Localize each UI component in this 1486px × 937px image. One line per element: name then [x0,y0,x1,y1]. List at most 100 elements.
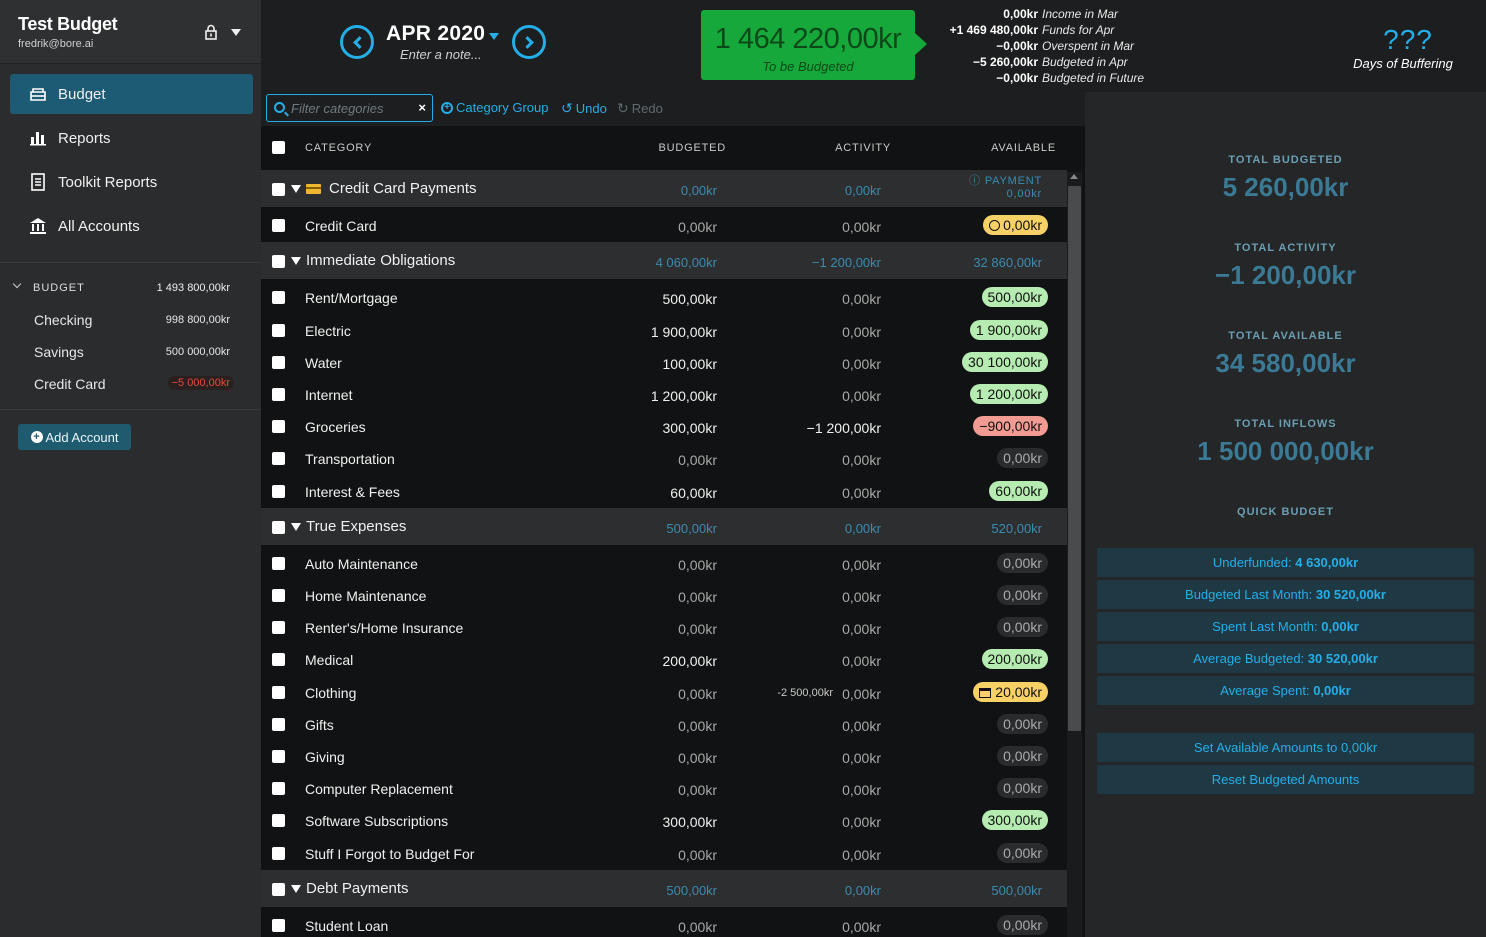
add-account-button[interactable]: + Add Account [18,424,131,450]
category-group-true-expenses[interactable]: True Expenses 500,00kr 0,00kr 520,00kr [261,508,1067,545]
category-budgeted[interactable]: 0,00kr [678,919,717,935]
category-available[interactable]: 20,00kr [973,682,1048,702]
category-budgeted[interactable]: 300,00kr [663,814,717,830]
checkbox[interactable] [272,420,285,433]
nav-all-accounts[interactable]: All Accounts [10,206,253,246]
category-budgeted[interactable]: 0,00kr [678,782,717,798]
category-available[interactable]: 1 900,00kr [969,320,1048,340]
category-name[interactable]: Auto Maintenance [305,556,418,572]
category-activity[interactable]: 0,00kr [842,324,881,340]
category-activity[interactable]: 0,00kr [842,452,881,468]
category-activity[interactable]: 0,00kr [842,718,881,734]
category-budgeted[interactable]: 1 900,00kr [651,324,717,340]
checkbox[interactable] [272,750,285,763]
category-row-groceries[interactable]: Groceries 300,00kr −1 200,00kr −900,00kr [261,410,1067,442]
category-available[interactable]: 0,00kr [997,585,1048,605]
category-row-interest-fees[interactable]: Interest & Fees 60,00kr 0,00kr 60,00kr [261,475,1067,507]
category-name[interactable]: Clothing [305,685,356,701]
add-category-group-button[interactable]: + Category Group [441,100,549,115]
quick-budget-budgeted-last-month[interactable]: Budgeted Last Month: 30 520,00kr [1097,580,1474,609]
checkbox[interactable] [272,324,285,337]
category-name[interactable]: Credit Card [305,218,377,234]
collapse-icon[interactable] [291,885,301,893]
category-row-electric[interactable]: Electric 1 900,00kr 0,00kr 1 900,00kr [261,314,1067,346]
category-name[interactable]: Interest & Fees [305,484,400,500]
category-budgeted[interactable]: 0,00kr [678,750,717,766]
quick-budget-spent-last-month[interactable]: Spent Last Month: 0,00kr [1097,612,1474,641]
checkbox[interactable] [272,782,285,795]
category-available[interactable]: 0,00kr [983,215,1048,235]
category-budgeted[interactable]: 0,00kr [678,557,717,573]
category-budgeted[interactable]: 60,00kr [670,485,717,501]
checkbox[interactable] [272,653,285,666]
checkbox[interactable] [272,219,285,232]
redo-button[interactable]: ↻ Redo [617,100,663,117]
category-name[interactable]: Transportation [305,451,395,467]
category-available[interactable]: 200,00kr [981,649,1048,669]
category-group-credit-card-payments[interactable]: Credit Card Payments 0,00kr 0,00kr ⓘ PAY… [261,170,1067,207]
clear-icon[interactable]: × [418,100,426,115]
chevron-down-icon[interactable] [12,279,22,289]
checkbox[interactable] [272,356,285,369]
checkbox[interactable] [272,919,285,932]
category-available[interactable]: 60,00kr [989,481,1048,501]
category-row-credit-card[interactable]: Credit Card 0,00kr 0,00kr 0,00kr [261,209,1067,241]
checkbox[interactable] [272,718,285,731]
category-available[interactable]: 0,00kr [997,778,1048,798]
reset-budgeted-amounts-button[interactable]: Reset Budgeted Amounts [1097,765,1474,794]
category-budgeted[interactable]: 1 200,00kr [651,388,717,404]
category-available[interactable]: 0,00kr [997,915,1048,935]
category-group-debt-payments[interactable]: Debt Payments 500,00kr 0,00kr 500,00kr [261,870,1067,907]
category-row-gifts[interactable]: Gifts 0,00kr 0,00kr 0,00kr [261,708,1067,740]
checkbox[interactable] [272,847,285,860]
checkbox[interactable] [272,521,285,534]
category-activity[interactable]: 0,00kr [842,485,881,501]
collapse-icon[interactable] [291,523,301,531]
account-savings[interactable]: Savings 500 000,00kr [34,344,234,360]
checkbox[interactable] [272,589,285,602]
nav-toolkit-reports[interactable]: Toolkit Reports [10,162,253,202]
category-available[interactable]: 0,00kr [997,714,1048,734]
quick-budget-average-spent[interactable]: Average Spent: 0,00kr [1097,676,1474,705]
category-activity[interactable]: 0,00kr [842,388,881,404]
category-budgeted[interactable]: 300,00kr [663,420,717,436]
quick-budget-average-budgeted[interactable]: Average Budgeted: 30 520,00kr [1097,644,1474,673]
category-activity[interactable]: 0,00kr [842,686,881,702]
category-available[interactable]: 30 100,00kr [962,352,1048,372]
category-name[interactable]: Electric [305,323,351,339]
category-row-medical[interactable]: Medical 200,00kr 0,00kr 200,00kr [261,643,1067,675]
next-month-button[interactable] [512,25,546,59]
category-activity[interactable]: 0,00kr [842,557,881,573]
checkbox[interactable] [272,485,285,498]
category-name[interactable]: Student Loan [305,918,388,934]
category-budgeted[interactable]: 100,00kr [663,356,717,372]
undo-button[interactable]: ↺ Undo [561,100,607,117]
budget-switcher[interactable]: Test Budget fredrik@bore.ai [0,0,261,64]
category-name[interactable]: Software Subscriptions [305,813,448,829]
checkbox[interactable] [272,291,285,304]
category-activity[interactable]: 0,00kr [842,621,881,637]
column-category[interactable]: CATEGORY [305,142,372,154]
category-row-software-subscriptions[interactable]: Software Subscriptions 300,00kr 0,00kr 3… [261,804,1067,836]
checkbox[interactable] [272,686,285,699]
category-name[interactable]: Gifts [305,717,334,733]
category-activity[interactable]: 0,00kr [842,589,881,605]
category-activity[interactable]: 0,00kr [842,291,881,307]
category-available[interactable]: −900,00kr [973,416,1048,436]
quick-budget-underfunded[interactable]: Underfunded: 4 630,00kr [1097,548,1474,577]
table-scrollbar[interactable] [1067,172,1082,937]
category-name[interactable]: Giving [305,749,345,765]
collapse-icon[interactable] [291,185,301,193]
category-row-giving[interactable]: Giving 0,00kr 0,00kr 0,00kr [261,740,1067,772]
category-name[interactable]: Water [305,355,342,371]
nav-budget[interactable]: Budget [10,74,253,114]
category-budgeted[interactable]: 200,00kr [663,653,717,669]
month-title[interactable]: APR 2020 [386,22,485,46]
category-available[interactable]: 0,00kr [997,617,1048,637]
select-all-checkbox[interactable] [272,141,285,154]
category-row-rent-mortgage[interactable]: Rent/Mortgage 500,00kr 0,00kr 500,00kr [261,281,1067,313]
checkbox[interactable] [272,388,285,401]
previous-month-button[interactable] [340,25,374,59]
scrollbar-thumb[interactable] [1068,186,1081,731]
category-available[interactable]: 500,00kr [981,287,1048,307]
